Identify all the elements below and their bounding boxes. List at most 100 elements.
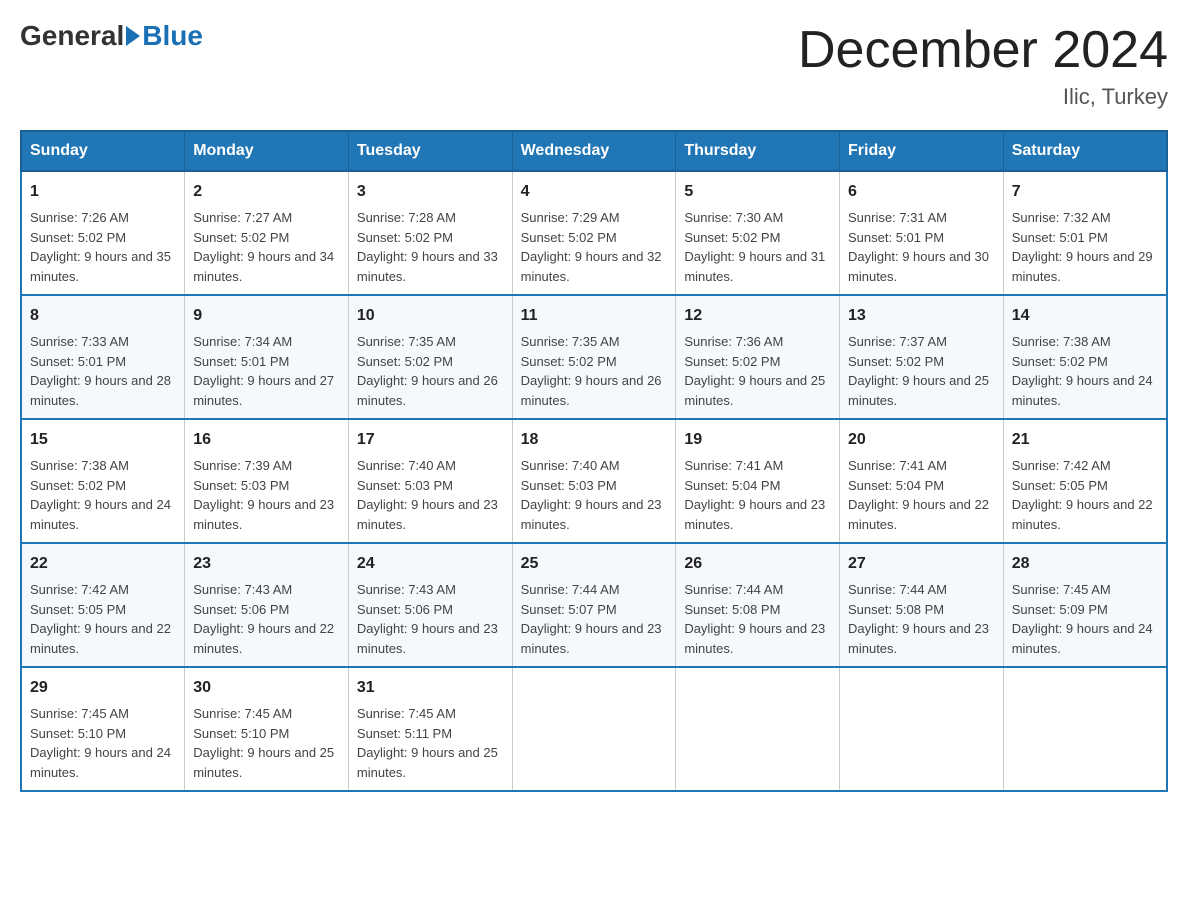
day-info: Sunrise: 7:38 AMSunset: 5:02 PMDaylight:… [1012, 332, 1158, 410]
calendar-day-cell: 6Sunrise: 7:31 AMSunset: 5:01 PMDaylight… [840, 171, 1004, 295]
weekday-header-saturday: Saturday [1003, 131, 1167, 171]
day-number: 3 [357, 180, 504, 204]
logo: General Blue [20, 20, 203, 52]
calendar-day-cell: 12 Sunrise: 7:36 AMSunset: 5:02 PMDayligh… [676, 295, 840, 419]
day-number: 30 [193, 676, 340, 700]
calendar-day-cell: 8Sunrise: 7:33 AMSunset: 5:01 PMDaylight… [21, 295, 185, 419]
calendar-day-cell: 17Sunrise: 7:40 AMSunset: 5:03 PMDayligh… [348, 419, 512, 543]
day-number: 13 [848, 304, 995, 328]
day-number: 2 [193, 180, 340, 204]
page-header: General Blue December 2024 Ilic, Turkey [20, 20, 1168, 110]
weekday-header-friday: Friday [840, 131, 1004, 171]
calendar-day-cell: 28 Sunrise: 7:45 AMSunset: 5:09 PMDayligh… [1003, 543, 1167, 667]
day-info: Sunrise: 7:26 AMSunset: 5:02 PMDaylight:… [30, 208, 176, 286]
logo-blue-text: Blue [142, 20, 203, 52]
calendar-day-cell: 21Sunrise: 7:42 AMSunset: 5:05 PMDayligh… [1003, 419, 1167, 543]
calendar-day-cell [840, 667, 1004, 791]
day-number: 21 [1012, 428, 1158, 452]
calendar-week-row: 1 Sunrise: 7:26 AMSunset: 5:02 PMDaylight… [21, 171, 1167, 295]
day-info: Sunrise: 7:43 AMSunset: 5:06 PMDaylight:… [357, 580, 504, 658]
day-info: Sunrise: 7:44 AMSunset: 5:08 PMDaylight:… [848, 580, 995, 658]
day-number: 18 [521, 428, 668, 452]
location-title: Ilic, Turkey [798, 84, 1168, 110]
day-number: 7 [1012, 180, 1158, 204]
day-number: 22 [30, 552, 176, 576]
day-info: Sunrise: 7:43 AMSunset: 5:06 PMDaylight:… [193, 580, 340, 658]
day-number: 23 [193, 552, 340, 576]
calendar-week-row: 29 Sunrise: 7:45 AMSunset: 5:10 PMDayligh… [21, 667, 1167, 791]
day-number: 1 [30, 180, 176, 204]
day-number: 25 [521, 552, 668, 576]
day-info: Sunrise: 7:45 AMSunset: 5:11 PMDaylight:… [357, 704, 504, 782]
day-number: 26 [684, 552, 831, 576]
weekday-header-tuesday: Tuesday [348, 131, 512, 171]
day-info: Sunrise: 7:32 AMSunset: 5:01 PMDaylight:… [1012, 208, 1158, 286]
calendar-day-cell: 15Sunrise: 7:38 AMSunset: 5:02 PMDayligh… [21, 419, 185, 543]
day-number: 31 [357, 676, 504, 700]
calendar-day-cell: 10 Sunrise: 7:35 AMSunset: 5:02 PMDayligh… [348, 295, 512, 419]
calendar-header-row: SundayMondayTuesdayWednesdayThursdayFrid… [21, 131, 1167, 171]
day-info: Sunrise: 7:44 AMSunset: 5:08 PMDaylight:… [684, 580, 831, 658]
day-info: Sunrise: 7:35 AMSunset: 5:02 PMDaylight:… [357, 332, 504, 410]
calendar-day-cell: 25 Sunrise: 7:44 AMSunset: 5:07 PMDayligh… [512, 543, 676, 667]
calendar-day-cell: 31 Sunrise: 7:45 AMSunset: 5:11 PMDayligh… [348, 667, 512, 791]
day-info: Sunrise: 7:34 AMSunset: 5:01 PMDaylight:… [193, 332, 340, 410]
day-number: 19 [684, 428, 831, 452]
day-number: 24 [357, 552, 504, 576]
calendar-day-cell: 9 Sunrise: 7:34 AMSunset: 5:01 PMDaylight… [185, 295, 349, 419]
calendar-table: SundayMondayTuesdayWednesdayThursdayFrid… [20, 130, 1168, 792]
day-info: Sunrise: 7:45 AMSunset: 5:09 PMDaylight:… [1012, 580, 1158, 658]
day-number: 12 [684, 304, 831, 328]
day-number: 20 [848, 428, 995, 452]
day-number: 17 [357, 428, 504, 452]
day-number: 5 [684, 180, 831, 204]
calendar-week-row: 15Sunrise: 7:38 AMSunset: 5:02 PMDayligh… [21, 419, 1167, 543]
day-info: Sunrise: 7:33 AMSunset: 5:01 PMDaylight:… [30, 332, 176, 410]
calendar-day-cell: 29Sunrise: 7:45 AMSunset: 5:10 PMDayligh… [21, 667, 185, 791]
logo-arrow-icon [126, 26, 140, 46]
day-info: Sunrise: 7:42 AMSunset: 5:05 PMDaylight:… [30, 580, 176, 658]
calendar-day-cell: 22 Sunrise: 7:42 AMSunset: 5:05 PMDayligh… [21, 543, 185, 667]
calendar-day-cell [1003, 667, 1167, 791]
day-info: Sunrise: 7:38 AMSunset: 5:02 PMDaylight:… [30, 456, 176, 534]
title-section: December 2024 Ilic, Turkey [798, 20, 1168, 110]
day-info: Sunrise: 7:27 AMSunset: 5:02 PMDaylight:… [193, 208, 340, 286]
day-number: 16 [193, 428, 340, 452]
calendar-day-cell: 5 Sunrise: 7:30 AMSunset: 5:02 PMDaylight… [676, 171, 840, 295]
calendar-day-cell: 30 Sunrise: 7:45 AMSunset: 5:10 PMDayligh… [185, 667, 349, 791]
day-number: 6 [848, 180, 995, 204]
day-info: Sunrise: 7:40 AMSunset: 5:03 PMDaylight:… [521, 456, 668, 534]
day-info: Sunrise: 7:37 AMSunset: 5:02 PMDaylight:… [848, 332, 995, 410]
day-number: 28 [1012, 552, 1158, 576]
day-number: 9 [193, 304, 340, 328]
weekday-header-monday: Monday [185, 131, 349, 171]
calendar-day-cell [512, 667, 676, 791]
calendar-day-cell: 11Sunrise: 7:35 AMSunset: 5:02 PMDayligh… [512, 295, 676, 419]
day-info: Sunrise: 7:44 AMSunset: 5:07 PMDaylight:… [521, 580, 668, 658]
calendar-day-cell: 2 Sunrise: 7:27 AMSunset: 5:02 PMDaylight… [185, 171, 349, 295]
calendar-day-cell: 26 Sunrise: 7:44 AMSunset: 5:08 PMDayligh… [676, 543, 840, 667]
calendar-day-cell: 16Sunrise: 7:39 AMSunset: 5:03 PMDayligh… [185, 419, 349, 543]
day-number: 10 [357, 304, 504, 328]
month-title: December 2024 [798, 20, 1168, 80]
day-info: Sunrise: 7:41 AMSunset: 5:04 PMDaylight:… [684, 456, 831, 534]
calendar-day-cell: 13 Sunrise: 7:37 AMSunset: 5:02 PMDayligh… [840, 295, 1004, 419]
weekday-header-sunday: Sunday [21, 131, 185, 171]
day-number: 27 [848, 552, 995, 576]
calendar-day-cell: 1 Sunrise: 7:26 AMSunset: 5:02 PMDaylight… [21, 171, 185, 295]
day-number: 29 [30, 676, 176, 700]
weekday-header-wednesday: Wednesday [512, 131, 676, 171]
day-number: 11 [521, 304, 668, 328]
calendar-week-row: 22 Sunrise: 7:42 AMSunset: 5:05 PMDayligh… [21, 543, 1167, 667]
day-info: Sunrise: 7:30 AMSunset: 5:02 PMDaylight:… [684, 208, 831, 286]
calendar-day-cell: 24 Sunrise: 7:43 AMSunset: 5:06 PMDayligh… [348, 543, 512, 667]
calendar-day-cell: 23 Sunrise: 7:43 AMSunset: 5:06 PMDayligh… [185, 543, 349, 667]
day-number: 14 [1012, 304, 1158, 328]
calendar-day-cell: 20Sunrise: 7:41 AMSunset: 5:04 PMDayligh… [840, 419, 1004, 543]
calendar-day-cell: 27 Sunrise: 7:44 AMSunset: 5:08 PMDayligh… [840, 543, 1004, 667]
day-number: 4 [521, 180, 668, 204]
day-info: Sunrise: 7:45 AMSunset: 5:10 PMDaylight:… [193, 704, 340, 782]
day-info: Sunrise: 7:36 AMSunset: 5:02 PMDaylight:… [684, 332, 831, 410]
calendar-day-cell [676, 667, 840, 791]
weekday-header-thursday: Thursday [676, 131, 840, 171]
